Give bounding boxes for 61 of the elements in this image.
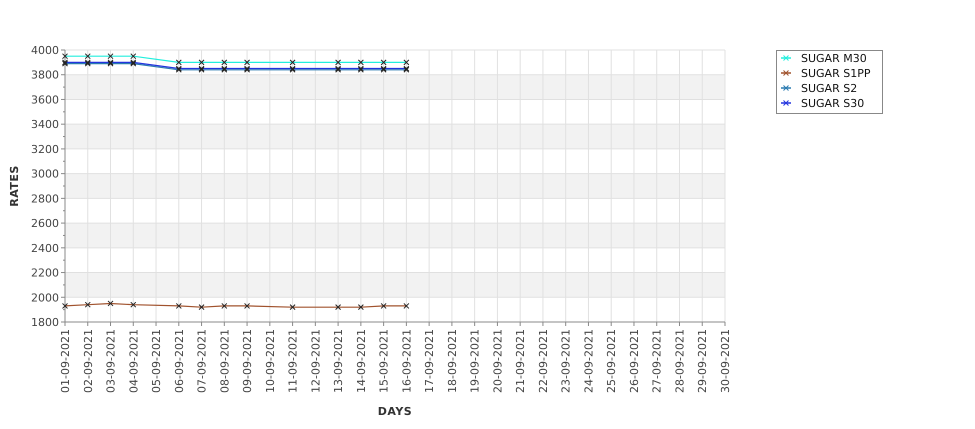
x-tick-label: 14-09-2021 — [354, 329, 368, 393]
x-tick-label: 16-09-2021 — [400, 329, 414, 393]
point-marker — [62, 302, 68, 309]
point-marker — [221, 302, 228, 309]
x-axis-title: DAYS — [378, 405, 412, 418]
x-tick-label: 18-09-2021 — [446, 329, 459, 393]
x-tick-label: 26-09-2021 — [628, 329, 641, 393]
y-tick-label: 3200 — [31, 142, 59, 156]
x-tick-label: 17-09-2021 — [423, 329, 436, 393]
y-tick-label: 2400 — [31, 242, 59, 255]
point-marker — [244, 302, 250, 309]
x-tick-label: 28-09-2021 — [673, 329, 686, 393]
y-tick-label: 3800 — [31, 68, 59, 82]
point-marker — [403, 302, 410, 309]
x-tick-label: 30-09-2021 — [719, 329, 732, 393]
legend-label: SUGAR S2 — [801, 82, 858, 95]
x-tick-label: 12-09-2021 — [309, 329, 322, 393]
point-marker — [130, 302, 136, 308]
y-tick-label: 2200 — [31, 266, 59, 280]
y-tick-label: 1800 — [31, 316, 59, 329]
y-axis-title: RATES — [8, 165, 21, 207]
x-tick-label: 21-09-2021 — [514, 329, 528, 393]
x-tick-label: 02-09-2021 — [82, 329, 95, 393]
y-tick-label: 2000 — [31, 291, 59, 304]
x-tick-label: 03-09-2021 — [104, 329, 118, 393]
x-tick-label: 25-09-2021 — [605, 329, 618, 393]
point-marker — [108, 300, 114, 306]
x-tick-label: 19-09-2021 — [468, 329, 482, 393]
point-marker — [290, 304, 296, 310]
x-tick-label: 07-09-2021 — [196, 329, 209, 393]
point-marker — [84, 302, 91, 308]
legend-label: SUGAR M30 — [801, 52, 867, 65]
x-tick-label: 29-09-2021 — [696, 329, 710, 393]
x-tick-label: 13-09-2021 — [332, 329, 346, 393]
y-tick-label: 4000 — [31, 44, 59, 57]
x-tick-label: 04-09-2021 — [127, 329, 140, 393]
x-tick-label: 15-09-2021 — [378, 329, 391, 393]
y-tick-label: 2600 — [31, 217, 59, 230]
x-tick-label: 10-09-2021 — [264, 329, 277, 393]
point-marker — [335, 304, 342, 310]
x-tick-label: 22-09-2021 — [536, 329, 550, 393]
legend-label: SUGAR S1PP — [801, 67, 870, 80]
x-tick-label: 27-09-2021 — [650, 329, 664, 393]
x-tick-label: 24-09-2021 — [582, 329, 596, 393]
y-tick-label: 3000 — [31, 168, 59, 181]
point-marker — [380, 302, 387, 309]
y-tick-label: 2800 — [31, 192, 59, 206]
y-tick-label: 3400 — [31, 118, 59, 132]
x-tick-label: 08-09-2021 — [218, 329, 232, 393]
point-marker — [176, 302, 182, 309]
x-tick-label: 20-09-2021 — [491, 329, 504, 393]
y-tick-label: 3600 — [31, 93, 59, 106]
x-tick-label: 09-09-2021 — [241, 329, 254, 393]
point-marker — [198, 304, 205, 310]
legend-label: SUGAR S30 — [801, 97, 864, 110]
point-marker — [358, 304, 364, 310]
x-tick-label: 23-09-2021 — [560, 329, 573, 393]
x-tick-label: 01-09-2021 — [59, 329, 72, 393]
x-tick-label: 06-09-2021 — [172, 329, 186, 393]
x-tick-label: 11-09-2021 — [286, 329, 300, 393]
x-tick-label: 05-09-2021 — [150, 329, 164, 393]
